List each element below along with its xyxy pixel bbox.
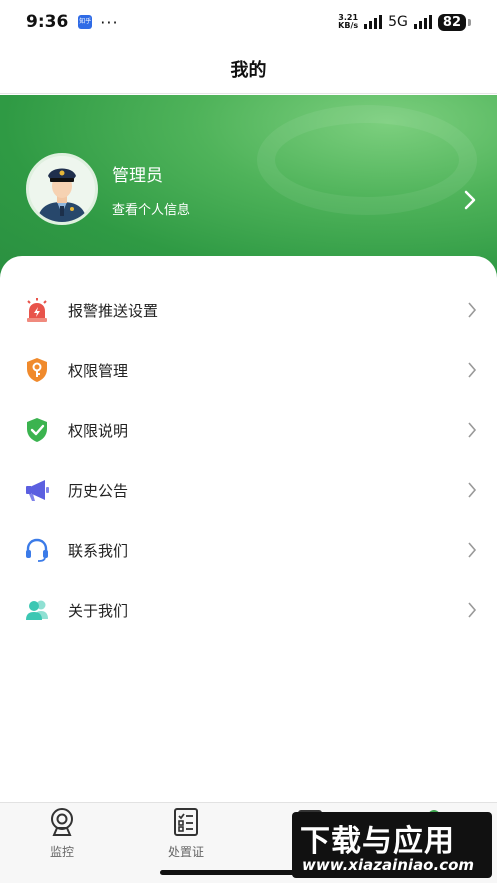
user-name: 管理员 — [112, 166, 163, 186]
app-notification-icon: 知乎 — [78, 15, 93, 29]
menu-item-about-us[interactable]: 关于我们 — [0, 580, 497, 640]
camera-icon — [51, 808, 73, 836]
network-speed: 3.21 KB/s — [338, 14, 358, 30]
chevron-right-icon — [468, 302, 477, 318]
police-avatar-icon — [29, 156, 95, 222]
chevron-right-icon — [468, 542, 477, 558]
tab-label: 处置证 — [167, 845, 204, 859]
status-bar: 9:36 知乎 ··· 3.21 KB/s 5G 82 — [0, 0, 497, 44]
more-notifications-icon: ··· — [100, 12, 119, 32]
menu-item-label: 联系我们 — [68, 541, 129, 560]
menu-item-label: 权限说明 — [68, 421, 129, 440]
users-icon — [26, 600, 48, 620]
home-indicator[interactable] — [160, 870, 336, 875]
checklist-icon — [174, 808, 198, 836]
menu-item-label: 报警推送设置 — [68, 301, 159, 320]
menu-item-permission-description[interactable]: 权限说明 — [0, 400, 497, 460]
menu-item-label: 关于我们 — [68, 601, 129, 620]
menu-item-permission-management[interactable]: 权限管理 — [0, 340, 497, 400]
menu-item-history-announcements[interactable]: 历史公告 — [0, 460, 497, 520]
banner-decoration — [257, 105, 477, 215]
alarm-light-icon — [27, 298, 47, 322]
menu-item-label: 权限管理 — [68, 361, 129, 380]
tab-label: 监控 — [49, 845, 74, 859]
menu-item-contact-us[interactable]: 联系我们 — [0, 520, 497, 580]
view-profile-link[interactable]: 查看个人信息 — [112, 199, 190, 218]
signal-icon — [364, 15, 383, 29]
tab-disposal-certificate[interactable]: 处置证 — [124, 807, 248, 867]
headset-icon — [26, 538, 48, 562]
status-time: 9:36 — [26, 12, 69, 32]
avatar[interactable] — [26, 153, 98, 225]
status-indicators: 3.21 KB/s 5G 82 — [338, 13, 471, 31]
page-title: 我的 — [230, 59, 267, 81]
battery-icon: 82 — [437, 13, 466, 31]
chevron-right-icon — [468, 422, 477, 438]
chevron-right-icon — [468, 362, 477, 378]
network-speed-unit: KB/s — [338, 21, 359, 30]
signal-icon-2 — [413, 15, 432, 29]
menu-list: 报警推送设置 权限管理 权限说明 历史公告 联系我们 关于我们 — [0, 256, 497, 802]
chevron-right-icon[interactable] — [463, 189, 477, 211]
shield-key-icon — [27, 358, 47, 382]
shield-check-icon — [27, 418, 47, 442]
network-type: 5G — [388, 14, 408, 30]
tab-monitor[interactable]: 监控 — [0, 807, 124, 867]
title-bar: 我的 — [0, 44, 497, 94]
chevron-right-icon — [468, 602, 477, 618]
battery-tip — [468, 18, 471, 26]
watermark: 下载与应用 www.xiazainiao.com — [292, 812, 492, 878]
watermark-title: 下载与应用 — [300, 824, 455, 859]
profile-banner[interactable]: 管理员 查看个人信息 — [0, 95, 497, 280]
menu-item-label: 历史公告 — [68, 481, 129, 500]
megaphone-icon — [26, 480, 49, 501]
menu-item-alarm-push[interactable]: 报警推送设置 — [0, 280, 497, 340]
chevron-right-icon — [468, 482, 477, 498]
